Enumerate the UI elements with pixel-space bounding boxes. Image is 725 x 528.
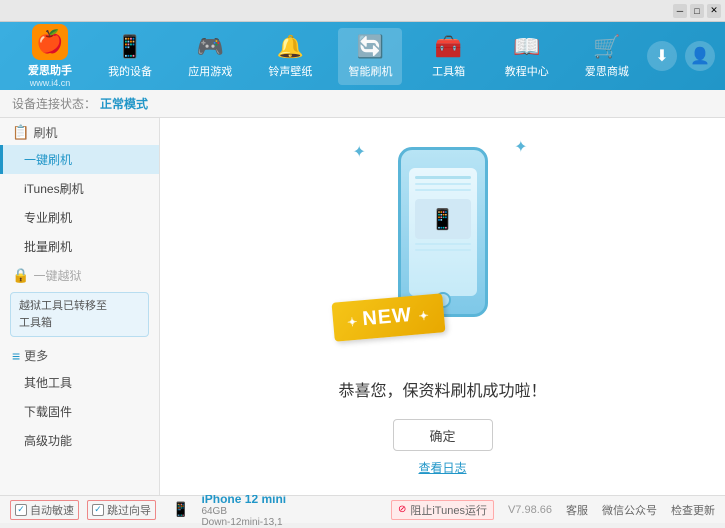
view-diary-link[interactable]: 查看日志 [418,459,466,476]
nav-apps-games-label: 应用游戏 [188,63,232,79]
tutorial-icon: 📖 [513,34,540,60]
minimize-button[interactable]: ─ [673,4,687,18]
toolbox-icon: 🧰 [435,34,462,60]
logo-name: 爱思助手 [28,62,72,78]
sidebar-item-advanced-features[interactable]: 高级功能 [0,426,159,455]
sidebar-item-batch-flash[interactable]: 批量刷机 [0,232,159,261]
user-button[interactable]: 👤 [685,41,715,71]
phone-screen: 📱 [409,168,477,296]
sidebar-item-itunes-flash[interactable]: iTunes刷机 [0,174,159,203]
logo: 🍎 爱思助手 www.i4.cn [10,24,90,88]
device-icon: 📱 [172,501,189,518]
more-section-icon: ≡ [12,348,20,364]
auto-speed-checkbox[interactable]: ✓ 自动敏速 [10,500,79,520]
nav-tutorial-label: 教程中心 [505,63,549,79]
close-button[interactable]: ✕ [707,4,721,18]
success-message: 恭喜您，保资料刷机成功啦！ [338,377,546,401]
nav-tutorial[interactable]: 📖 教程中心 [495,28,559,85]
nav-my-device[interactable]: 📱 我的设备 [98,28,162,85]
sidebar-section-jailbreak: 🔒 一键越狱 [0,261,159,288]
nav-my-device-label: 我的设备 [108,63,152,79]
sidebar-section-more: ≡ 更多 [0,341,159,368]
check-update-link[interactable]: 检查更新 [671,502,715,518]
jailbreak-notice: 越狱工具已转移至 工具箱 [10,292,149,337]
nav-smart-flash[interactable]: 🔄 智能刷机 [338,28,402,85]
content-area: ✦ ✦ ✦ 📱 NEW [160,118,725,495]
sparkle-tr: ✦ [514,137,527,157]
skip-wizard-cb-box: ✓ [92,504,104,516]
stop-icon: ⊘ [398,504,406,515]
sidebar-item-pro-flash[interactable]: 专业刷机 [0,203,159,232]
logo-icon: 🍎 [32,24,68,60]
version-label: V7.98.66 [508,504,552,516]
sidebar-item-other-tools[interactable]: 其他工具 [0,368,159,397]
nav-toolbox[interactable]: 🧰 工具箱 [419,28,479,85]
bottom-left: ✓ 自动敏速 ✓ 跳过向导 📱 iPhone 12 mini 64GB Down… [10,492,391,528]
sparkle-tl: ✦ [353,142,366,162]
header: 🍎 爱思助手 www.i4.cn 📱 我的设备 🎮 应用游戏 🔔 铃声壁纸 🔄 … [0,22,725,90]
download-button[interactable]: ⬇ [647,41,677,71]
status-label: 设备连接状态： [12,95,96,112]
flash-section-label: 刷机 [33,124,57,141]
skip-wizard-label: 跳过向导 [107,502,151,518]
device-capacity: 64GB [201,506,286,517]
logo-icon-text: 🍎 [36,29,63,55]
mall-icon: 🛒 [593,34,620,60]
sidebar-item-download-firmware[interactable]: 下载固件 [0,397,159,426]
phone-illustration: ✦ ✦ ✦ 📱 NEW [343,137,543,357]
device-info: iPhone 12 mini 64GB Down-12mini-13,1 [201,492,286,528]
new-badge: NEW [331,293,445,341]
status-value: 正常模式 [100,95,148,112]
skip-wizard-checkbox[interactable]: ✓ 跳过向导 [87,500,156,520]
confirm-button[interactable]: 确定 [393,419,493,451]
more-section-label: 更多 [24,347,48,364]
nav-apps-games[interactable]: 🎮 应用游戏 [178,28,242,85]
ringtones-icon: 🔔 [277,34,304,60]
device-version: Down-12mini-13,1 [201,517,286,528]
apps-games-icon: 🎮 [197,34,224,60]
nav-mall-label: 爱思商城 [585,63,629,79]
nav-right: ⬇ 👤 [647,41,715,71]
lock-icon: 🔒 [12,267,29,284]
nav-items: 📱 我的设备 🎮 应用游戏 🔔 铃声壁纸 🔄 智能刷机 🧰 工具箱 📖 教程中心… [90,28,647,85]
my-device-icon: 📱 [116,34,143,60]
nav-ringtones[interactable]: 🔔 铃声壁纸 [258,28,322,85]
wechat-official-link[interactable]: 微信公众号 [602,502,657,518]
sidebar: 📋 刷机 一键刷机 iTunes刷机 专业刷机 批量刷机 🔒 一键越狱 越狱工具… [0,118,160,495]
bottom-right: ⊘ 阻止iTunes运行 V7.98.66 客服 微信公众号 检查更新 [391,500,715,520]
nav-smart-flash-label: 智能刷机 [348,63,392,79]
smart-flash-icon: 🔄 [357,34,384,60]
nav-ringtones-label: 铃声壁纸 [268,63,312,79]
bottom-bar: ✓ 自动敏速 ✓ 跳过向导 📱 iPhone 12 mini 64GB Down… [0,495,725,523]
auto-speed-label: 自动敏速 [30,502,74,518]
itunes-running-button[interactable]: ⊘ 阻止iTunes运行 [391,500,494,520]
jailbreak-section-label: 一键越狱 [33,267,81,284]
customer-service-link[interactable]: 客服 [566,502,588,518]
sidebar-item-one-click-flash[interactable]: 一键刷机 [0,145,159,174]
nav-toolbox-label: 工具箱 [432,63,465,79]
itunes-label: 阻止iTunes运行 [410,502,487,518]
title-bar: ─ □ ✕ [0,0,725,22]
logo-url: www.i4.cn [30,78,71,88]
main-layout: 📋 刷机 一键刷机 iTunes刷机 专业刷机 批量刷机 🔒 一键越狱 越狱工具… [0,118,725,495]
flash-section-icon: 📋 [12,124,29,141]
status-bar: 设备连接状态： 正常模式 [0,90,725,118]
sidebar-section-flash: 📋 刷机 [0,118,159,145]
auto-speed-cb-box: ✓ [15,504,27,516]
nav-mall[interactable]: 🛒 爱思商城 [575,28,639,85]
phone-body: 📱 [398,147,488,317]
maximize-button[interactable]: □ [690,4,704,18]
